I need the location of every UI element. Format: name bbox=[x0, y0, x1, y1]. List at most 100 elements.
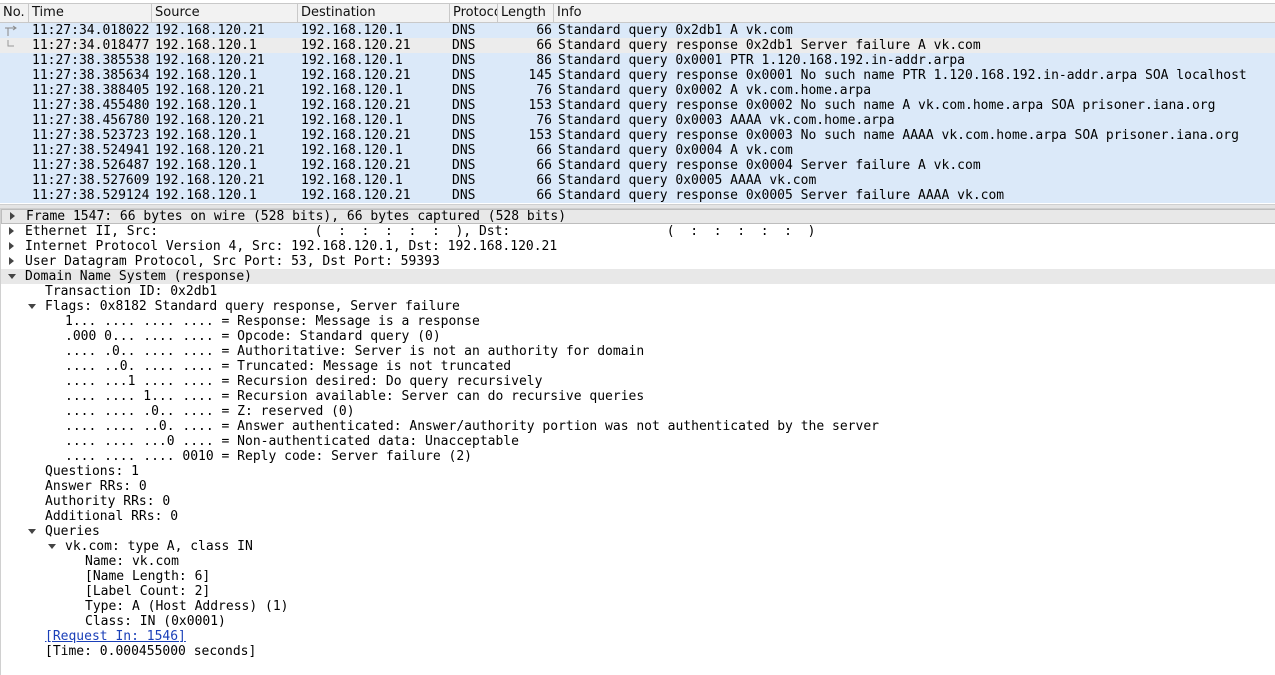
tree-item-label: User Datagram Protocol, Src Port: 53, Ds… bbox=[25, 254, 440, 269]
packet-row[interactable]: 11:27:34.018477 192.168.120.1 192.168.120.… bbox=[0, 38, 1275, 53]
tree-item-label: Additional RRs: 0 bbox=[45, 509, 179, 524]
tree-item-label: vk.com: type A, class IN bbox=[65, 539, 253, 554]
column-header-length[interactable]: Length bbox=[498, 4, 554, 22]
column-header-no[interactable]: No. bbox=[0, 4, 29, 22]
packet-row[interactable]: 11:27:38.523723 192.168.120.1 192.168.120.… bbox=[0, 128, 1275, 143]
expand-arrow-closed-icon[interactable] bbox=[9, 257, 14, 265]
expand-arrow-closed-icon[interactable] bbox=[9, 227, 14, 235]
tree-item[interactable]: [Label Count: 2] bbox=[1, 584, 1275, 599]
tree-item[interactable]: [Name Length: 6] bbox=[1, 569, 1275, 584]
packet-cell-proto: DNS bbox=[452, 23, 476, 38]
packet-cell-time: 11:27:38.529124 bbox=[32, 188, 150, 203]
packet-cell-info: Standard query response 0x0005 Server fa… bbox=[558, 188, 1005, 203]
tree-item[interactable]: User Datagram Protocol, Src Port: 53, Ds… bbox=[1, 254, 1275, 269]
column-header-protocol[interactable]: Protocol bbox=[450, 4, 498, 22]
tree-item[interactable]: .... .... 1... .... = Recursion availabl… bbox=[1, 389, 1275, 404]
tree-item[interactable]: .... .... .... 0010 = Reply code: Server… bbox=[1, 449, 1275, 464]
tree-item[interactable]: Answer RRs: 0 bbox=[1, 479, 1275, 494]
tree-item[interactable]: Frame 1547: 66 bytes on wire (528 bits),… bbox=[1, 209, 1275, 224]
packet-cell-no bbox=[0, 158, 28, 173]
packet-cell-proto: DNS bbox=[452, 53, 476, 68]
tree-item[interactable]: Domain Name System (response) bbox=[1, 269, 1275, 284]
packet-row[interactable]: 11:27:38.455480 192.168.120.1 192.168.120.… bbox=[0, 98, 1275, 113]
tree-item[interactable]: Name: vk.com bbox=[1, 554, 1275, 569]
packet-cell-no bbox=[0, 53, 28, 68]
tree-item[interactable]: .... .0.. .... .... = Authoritative: Ser… bbox=[1, 344, 1275, 359]
packet-cell-dst: 192.168.120.21 bbox=[301, 98, 411, 113]
packet-row[interactable]: 11:27:38.385634 192.168.120.1 192.168.120.… bbox=[0, 68, 1275, 83]
packet-cell-len: 66 bbox=[536, 23, 552, 38]
tree-item[interactable]: .... .... ...0 .... = Non-authenticated … bbox=[1, 434, 1275, 449]
tree-item-label: Ethernet II, Src: ( : : : : : ), Dst: ( … bbox=[25, 224, 816, 239]
tree-item-label: Frame 1547: 66 bytes on wire (528 bits),… bbox=[26, 209, 567, 224]
packet-row[interactable]: 11:27:38.524941 192.168.120.21 192.168.120… bbox=[0, 143, 1275, 158]
tree-item[interactable]: Transaction ID: 0x2db1 bbox=[1, 284, 1275, 299]
packet-cell-dst: 192.168.120.21 bbox=[301, 128, 411, 143]
tree-item-label: .... .... .0.. .... = Z: reserved (0) bbox=[65, 404, 355, 419]
tree-item-label: .... ...1 .... .... = Recursion desired:… bbox=[65, 374, 543, 389]
packet-cell-time: 11:27:38.527609 bbox=[32, 173, 150, 188]
packet-cell-time: 11:27:34.018022 bbox=[32, 23, 150, 38]
expand-arrow-closed-icon[interactable] bbox=[10, 212, 15, 220]
tree-item[interactable]: Class: IN (0x0001) bbox=[1, 614, 1275, 629]
related-packet-icon bbox=[5, 25, 17, 36]
expand-arrow-closed-icon[interactable] bbox=[9, 242, 14, 250]
packet-cell-len: 66 bbox=[536, 158, 552, 173]
column-header-info[interactable]: Info bbox=[554, 4, 1275, 22]
tree-item-label: Domain Name System (response) bbox=[25, 269, 252, 284]
tree-item[interactable]: Internet Protocol Version 4, Src: 192.16… bbox=[1, 239, 1275, 254]
tree-item-label: .... .0.. .... .... = Authoritative: Ser… bbox=[65, 344, 645, 359]
packet-cell-proto: DNS bbox=[452, 83, 476, 98]
packet-cell-info: Standard query 0x0002 A vk.com.home.arpa bbox=[558, 83, 872, 98]
packet-cell-dst: 192.168.120.1 bbox=[301, 83, 403, 98]
tree-item[interactable]: Flags: 0x8182 Standard query response, S… bbox=[1, 299, 1275, 314]
packet-row[interactable]: 11:27:38.529124 192.168.120.1 192.168.120.… bbox=[0, 188, 1275, 203]
tree-item[interactable]: .... ..0. .... .... = Truncated: Message… bbox=[1, 359, 1275, 374]
tree-item[interactable]: Queries bbox=[1, 524, 1275, 539]
column-header-time[interactable]: Time bbox=[29, 4, 152, 22]
packet-cell-info: Standard query response 0x0003 No such n… bbox=[558, 128, 1239, 143]
packet-list[interactable]: No. Time Source Destination Protocol Len… bbox=[0, 0, 1275, 204]
tree-item[interactable]: [Time: 0.000455000 seconds] bbox=[1, 644, 1275, 659]
packet-row[interactable]: 11:27:38.526487 192.168.120.1 192.168.120.… bbox=[0, 158, 1275, 173]
tree-item-label: .... .... .... 0010 = Reply code: Server… bbox=[65, 449, 472, 464]
tree-item-label: Queries bbox=[45, 524, 100, 539]
packet-cell-dst: 192.168.120.21 bbox=[301, 188, 411, 203]
tree-item[interactable]: Ethernet II, Src: ( : : : : : ), Dst: ( … bbox=[1, 224, 1275, 239]
expand-arrow-open-icon[interactable] bbox=[28, 529, 36, 534]
packet-row[interactable]: 11:27:38.527609 192.168.120.21 192.168.120… bbox=[0, 173, 1275, 188]
tree-item[interactable]: vk.com: type A, class IN bbox=[1, 539, 1275, 554]
packet-cell-len: 86 bbox=[536, 53, 552, 68]
tree-item[interactable]: .000 0... .... .... = Opcode: Standard q… bbox=[1, 329, 1275, 344]
packet-cell-dst: 192.168.120.1 bbox=[301, 23, 403, 38]
packet-cell-no bbox=[0, 113, 28, 128]
tree-item[interactable]: Additional RRs: 0 bbox=[1, 509, 1275, 524]
packet-row[interactable]: 11:27:38.385538 192.168.120.21 192.168.120… bbox=[0, 53, 1275, 68]
expand-arrow-open-icon[interactable] bbox=[28, 304, 36, 309]
packet-row[interactable]: 11:27:38.456780 192.168.120.21 192.168.120… bbox=[0, 113, 1275, 128]
tree-item[interactable]: .... ...1 .... .... = Recursion desired:… bbox=[1, 374, 1275, 389]
packet-cell-proto: DNS bbox=[452, 128, 476, 143]
tree-item[interactable]: 1... .... .... .... = Response: Message … bbox=[1, 314, 1275, 329]
packet-cell-src: 192.168.120.1 bbox=[155, 68, 257, 83]
column-header-source[interactable]: Source bbox=[152, 4, 298, 22]
packet-details-tree[interactable]: Frame 1547: 66 bytes on wire (528 bits),… bbox=[0, 209, 1275, 675]
tree-item[interactable]: [Request In: 1546] bbox=[1, 629, 1275, 644]
expand-arrow-open-icon[interactable] bbox=[8, 274, 16, 279]
column-header: No. Time Source Destination Protocol Len… bbox=[0, 3, 1275, 23]
packet-cell-proto: DNS bbox=[452, 158, 476, 173]
column-header-destination[interactable]: Destination bbox=[298, 4, 450, 22]
tree-item[interactable]: Type: A (Host Address) (1) bbox=[1, 599, 1275, 614]
packet-row[interactable]: 11:27:34.018022 192.168.120.21 192.168.120… bbox=[0, 23, 1275, 38]
tree-item-label: Answer RRs: 0 bbox=[45, 479, 147, 494]
packet-cell-len: 66 bbox=[536, 38, 552, 53]
tree-item[interactable]: .... .... ..0. .... = Answer authenticat… bbox=[1, 419, 1275, 434]
tree-item[interactable]: .... .... .0.. .... = Z: reserved (0) bbox=[1, 404, 1275, 419]
packet-row[interactable]: 11:27:38.388405 192.168.120.21 192.168.120… bbox=[0, 83, 1275, 98]
packet-cell-len: 66 bbox=[536, 188, 552, 203]
request-in-link[interactable]: [Request In: 1546] bbox=[45, 629, 186, 644]
expand-arrow-open-icon[interactable] bbox=[48, 544, 56, 549]
tree-item[interactable]: Authority RRs: 0 bbox=[1, 494, 1275, 509]
tree-item[interactable]: Questions: 1 bbox=[1, 464, 1275, 479]
packet-cell-time: 11:27:38.523723 bbox=[32, 128, 150, 143]
